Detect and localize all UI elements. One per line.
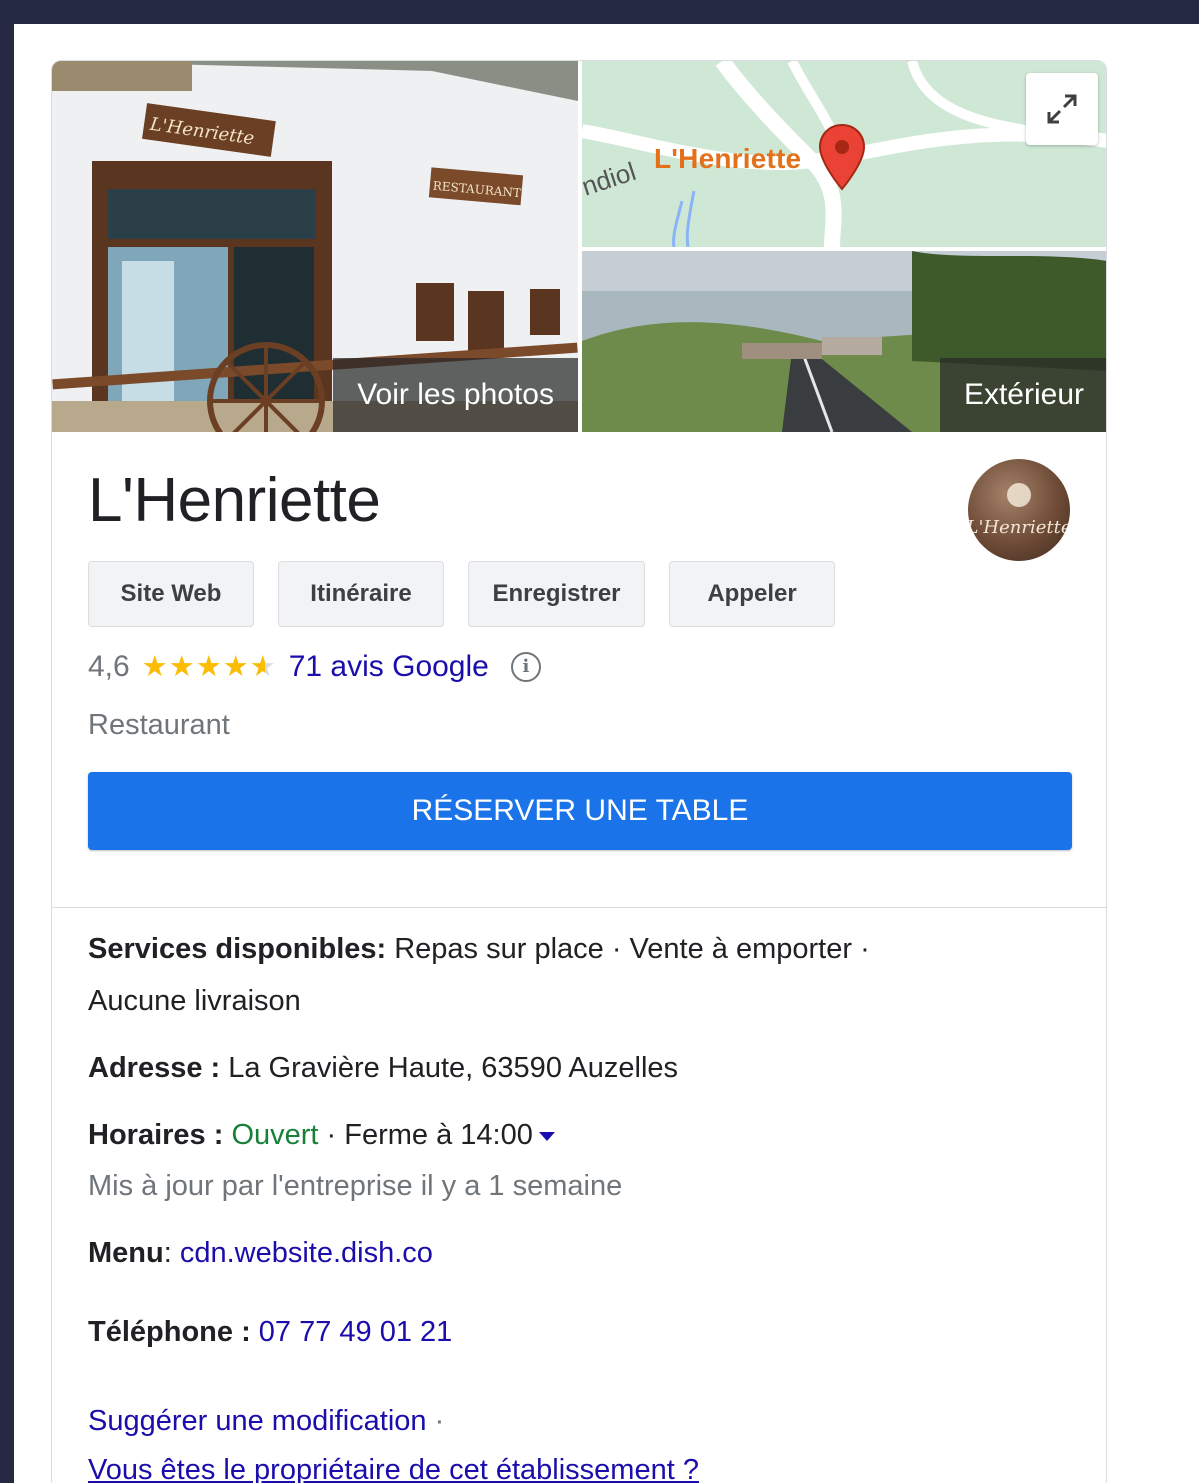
chevron-down-icon[interactable] [538, 1131, 555, 1141]
website-button[interactable]: Site Web [88, 561, 254, 627]
expand-icon [1047, 94, 1077, 124]
hours-close-time: · Ferme à 14:00 [318, 1119, 533, 1151]
services-value-2: Aucune livraison [88, 985, 301, 1017]
hours-row[interactable]: Horaires : Ouvert · Ferme à 14:00 [88, 1109, 555, 1161]
call-button[interactable]: Appeler [669, 561, 835, 627]
hours-status: Ouvert [223, 1119, 319, 1151]
address-row: Adresse : La Gravière Haute, 63590 Auzel… [88, 1042, 678, 1094]
menu-separator: : [163, 1237, 180, 1269]
map-thumbnail[interactable]: ndiol L'Henriette [582, 61, 1106, 247]
rating-value: 4,6 [88, 649, 130, 683]
save-button[interactable]: Enregistrer [468, 561, 645, 627]
reviews-link[interactable]: 71 avis Google [289, 650, 489, 684]
menu-link[interactable]: cdn.website.dish.co [180, 1237, 433, 1269]
owner-row: Vous êtes le propriétaire de cet établis… [88, 1444, 699, 1483]
rating-row: 4,6 ★★★★★ 71 avis Google i [88, 649, 541, 684]
business-category: Restaurant [88, 709, 230, 741]
action-buttons: Site Web Itinéraire Enregistrer Appeler [88, 561, 835, 627]
address-label: Adresse : [88, 1052, 221, 1084]
exterior-caption[interactable]: Extérieur [939, 358, 1106, 432]
suggest-separator: · [426, 1405, 445, 1437]
services-row: Services disponibles: Repas sur place · … [88, 923, 870, 975]
phone-link[interactable]: 07 77 49 01 21 [251, 1316, 453, 1348]
suggest-row: Suggérer une modification · [88, 1395, 444, 1447]
hours-updated: Mis à jour par l'entreprise il y a 1 sem… [88, 1160, 622, 1212]
services-row-continued: Aucune livraison [88, 975, 301, 1027]
storefront-photo[interactable]: L'Henriette RESTAURANT Voir les photos [52, 61, 578, 432]
info-icon[interactable]: i [510, 651, 541, 682]
knowledge-panel: L'Henriette RESTAURANT Voir les photos n… [51, 60, 1107, 1483]
suggest-edit-link[interactable]: Suggérer une modification [88, 1405, 427, 1437]
services-value: Repas sur place · Vente à emporter · [386, 933, 870, 965]
address-value: La Gravière Haute, 63590 Auzelles [220, 1052, 679, 1084]
divider [52, 907, 1106, 908]
results-page: L'Henriette RESTAURANT Voir les photos n… [14, 24, 1199, 1483]
services-label: Services disponibles: [88, 933, 387, 965]
reserve-table-button[interactable]: RÉSERVER UNE TABLE [88, 772, 1072, 850]
logo-text: L'Henriette [968, 516, 1070, 538]
menu-row: Menu: cdn.website.dish.co [88, 1227, 433, 1279]
logo-emblem-icon [1007, 482, 1031, 507]
business-name: L'Henriette [88, 466, 381, 535]
phone-row: Téléphone : 07 77 49 01 21 [88, 1306, 452, 1358]
map-place-label: L'Henriette [654, 143, 802, 174]
hours-label: Horaires : [88, 1119, 224, 1151]
rating-stars-icon: ★★★★★ [141, 651, 277, 683]
directions-button[interactable]: Itinéraire [278, 561, 444, 627]
phone-label: Téléphone : [88, 1316, 251, 1348]
exterior-photo[interactable]: Extérieur [582, 251, 1106, 432]
business-logo[interactable]: L'Henriette [968, 459, 1070, 561]
claim-business-link[interactable]: Vous êtes le propriétaire de cet établis… [88, 1454, 699, 1483]
map-pin-icon [818, 123, 866, 191]
see-photos-caption[interactable]: Voir les photos [333, 358, 578, 432]
expand-map-button[interactable] [1026, 73, 1098, 145]
hours-updated-text: Mis à jour par l'entreprise il y a 1 sem… [88, 1170, 623, 1202]
menu-label: Menu [88, 1237, 164, 1269]
